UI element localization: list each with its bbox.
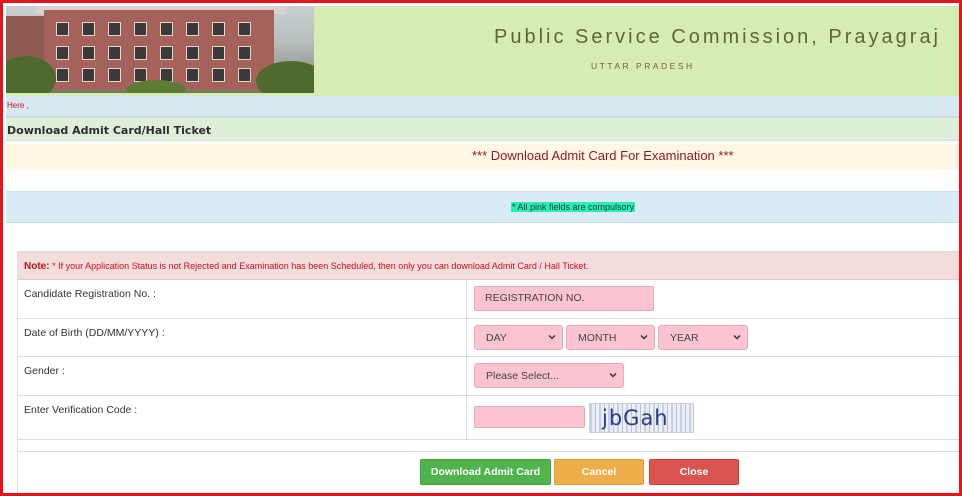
verification-row: Enter Verification Code :: [18, 396, 959, 440]
chevron-down-icon: [548, 334, 556, 340]
admit-card-form: Note: * If your Application Status is no…: [17, 251, 959, 493]
note-row: Note: * If your Application Status is no…: [18, 252, 959, 280]
compulsory-note: * All pink fields are compulsory: [511, 202, 636, 212]
chevron-down-icon: [733, 334, 741, 340]
gender-select[interactable]: Please Select...: [474, 363, 624, 388]
dob-year-value: YEAR: [670, 332, 699, 344]
dob-year-select[interactable]: YEAR: [658, 325, 748, 350]
gender-label: Gender :: [24, 365, 65, 377]
page-title: *** Download Admit Card For Examination …: [472, 148, 734, 163]
dob-month-select[interactable]: MONTH: [566, 325, 655, 350]
here-strip: Here ,: [6, 96, 959, 117]
gender-value: Please Select...: [486, 370, 559, 382]
download-admit-card-button[interactable]: Download Admit Card: [420, 459, 551, 485]
registration-row: Candidate Registration No. : REGISTRATIO…: [18, 280, 959, 319]
verification-input[interactable]: [474, 406, 585, 428]
captcha-text: jbGah: [602, 406, 669, 430]
captcha-image: jbGah: [589, 403, 694, 433]
dob-day-select[interactable]: DAY: [474, 325, 563, 350]
dob-row: Date of Birth (DD/MM/YYYY) : DAY MONTH Y…: [18, 319, 959, 357]
compulsory-note-bar: * All pink fields are compulsory: [6, 191, 959, 223]
cancel-button[interactable]: Cancel: [554, 459, 644, 485]
note-label: Note:: [24, 261, 50, 272]
registration-label: Candidate Registration No. :: [24, 288, 156, 300]
dob-day-value: DAY: [486, 332, 507, 344]
dob-label: Date of Birth (DD/MM/YYYY) :: [24, 327, 165, 339]
here-link[interactable]: Here ,: [7, 101, 29, 110]
org-title: Public Service Commission, Prayagraj: [494, 26, 942, 48]
note-text: * If your Application Status is not Reje…: [52, 261, 589, 271]
chevron-down-icon: [640, 334, 648, 340]
page-frame: Public Service Commission, Prayagraj UTT…: [0, 0, 962, 496]
verification-label: Enter Verification Code :: [24, 404, 138, 416]
gender-row: Gender : Please Select...: [18, 357, 959, 396]
chevron-down-icon: [609, 372, 617, 378]
building-photo: [6, 6, 314, 93]
registration-input[interactable]: REGISTRATION NO.: [474, 286, 654, 311]
page-title-bar: *** Download Admit Card For Examination …: [6, 144, 959, 169]
spacer-row: [18, 440, 959, 452]
close-button[interactable]: Close: [649, 459, 739, 485]
breadcrumb: Download Admit Card/Hall Ticket: [7, 124, 212, 137]
dob-month-value: MONTH: [578, 332, 617, 344]
org-subtitle: UTTAR PRADESH: [591, 61, 695, 71]
breadcrumb-bar: Download Admit Card/Hall Ticket: [6, 117, 959, 141]
header-banner: Public Service Commission, Prayagraj UTT…: [6, 6, 959, 96]
